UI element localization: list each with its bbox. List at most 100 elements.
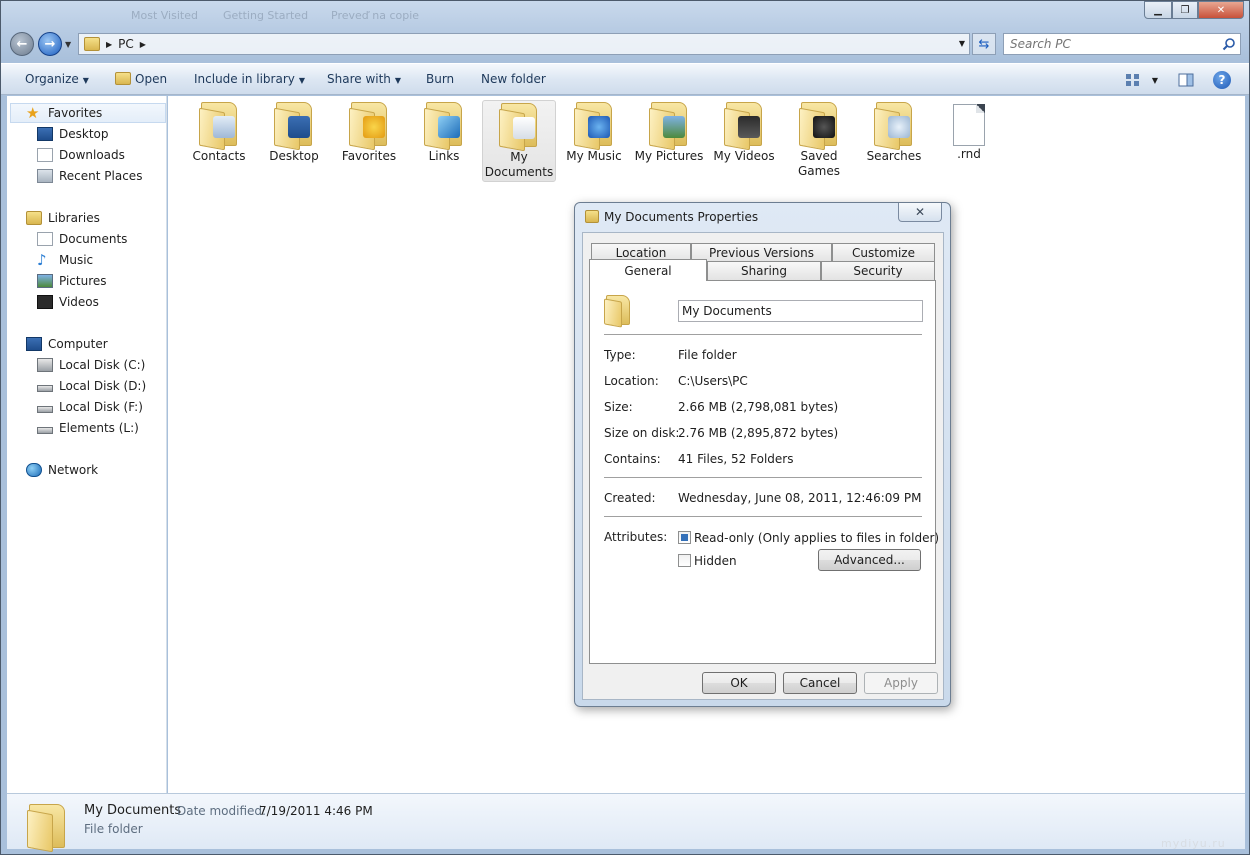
star-icon: ★ xyxy=(26,104,40,122)
tab-previous-versions[interactable]: Previous Versions xyxy=(691,243,832,262)
details-pane: My Documents Date modified: 7/19/2011 4:… xyxy=(7,793,1245,853)
tab-label: General xyxy=(624,263,672,278)
sidebar-item-label: Downloads xyxy=(59,148,125,162)
dialog-close-button[interactable]: ✕ xyxy=(898,203,942,222)
file-item[interactable]: Saved Games xyxy=(782,100,856,182)
drive-icon xyxy=(37,405,53,413)
command-bar: Organize ▼ Open Include in library ▼ Share… xyxy=(1,63,1249,95)
include-in-library-button[interactable]: Include in library ▼ xyxy=(194,72,305,86)
read-only-label[interactable]: Read-only (Only applies to files in fold… xyxy=(694,531,939,545)
organize-button[interactable]: Organize ▼ xyxy=(25,72,89,86)
file-item[interactable]: Contacts xyxy=(182,100,256,182)
share-with-button[interactable]: Share with ▼ xyxy=(327,72,401,86)
file-item[interactable]: My Pictures xyxy=(632,100,706,182)
downloads-icon xyxy=(37,148,53,162)
folder-name-field[interactable] xyxy=(678,300,923,322)
file-item[interactable]: Links xyxy=(407,100,481,182)
dialog-title-bar[interactable]: My Documents Properties ✕ xyxy=(575,203,950,231)
file-item[interactable]: My Videos xyxy=(707,100,781,182)
file-item[interactable]: My Documents xyxy=(482,100,556,182)
refresh-button[interactable]: ⇆ xyxy=(972,33,996,55)
documents-folder-icon xyxy=(27,804,65,853)
search-box[interactable] xyxy=(1003,33,1241,55)
address-dropdown-icon[interactable]: ▼ xyxy=(959,39,965,48)
sidebar-item-label: Favorites xyxy=(48,106,103,120)
advanced-button-label: Advanced... xyxy=(834,553,905,567)
change-view-button[interactable] xyxy=(1123,70,1143,90)
open-button[interactable]: Open xyxy=(115,72,167,86)
help-button[interactable]: ? xyxy=(1213,71,1231,89)
chevron-down-icon: ▼ xyxy=(82,76,89,85)
address-bar[interactable]: ▶ PC ▶ ▼ xyxy=(78,33,970,55)
apply-button[interactable]: Apply xyxy=(864,672,938,694)
burn-button[interactable]: Burn xyxy=(426,72,454,86)
breadcrumb-pc[interactable]: PC xyxy=(118,37,134,51)
cancel-button[interactable]: Cancel xyxy=(783,672,857,694)
maximize-button[interactable]: ❐ xyxy=(1172,1,1198,19)
back-button[interactable]: ← xyxy=(10,32,34,56)
system-drive-icon xyxy=(37,358,53,372)
advanced-button[interactable]: Advanced... xyxy=(818,549,921,571)
links-folder-icon xyxy=(424,102,464,151)
burn-label: Burn xyxy=(426,72,455,86)
preview-pane-button[interactable] xyxy=(1176,70,1196,90)
file-name: My Music xyxy=(566,149,622,163)
file-item[interactable]: Desktop xyxy=(257,100,331,182)
view-dropdown-icon[interactable]: ▼ xyxy=(1145,70,1165,90)
computer-icon xyxy=(26,337,42,351)
music-folder-icon xyxy=(574,102,614,151)
new-folder-button[interactable]: New folder xyxy=(481,72,546,86)
location-label: Location: xyxy=(604,374,659,388)
close-button[interactable]: ✕ xyxy=(1198,1,1244,19)
sidebar-item-label: Documents xyxy=(59,232,128,246)
created-value: Wednesday, June 08, 2011, 12:46:09 PM xyxy=(678,491,922,505)
help-icon: ? xyxy=(1218,73,1226,87)
file-name: Searches xyxy=(866,149,922,163)
libraries-icon xyxy=(26,211,42,225)
file-item[interactable]: Favorites xyxy=(332,100,406,182)
minimize-button[interactable]: ▁ xyxy=(1144,1,1172,19)
sidebar-item-label: Computer xyxy=(48,337,108,351)
search-icon[interactable] xyxy=(1222,37,1236,51)
sidebar-item-favorites[interactable]: ★ Favorites xyxy=(10,103,166,123)
file-item[interactable]: My Music xyxy=(557,100,631,182)
recent-pages-dropdown-icon[interactable]: ▼ xyxy=(65,40,71,49)
organize-label: Organize xyxy=(25,72,79,86)
tab-general[interactable]: General xyxy=(589,259,707,281)
breadcrumb-separator-icon[interactable]: ▶ xyxy=(140,40,146,49)
dialog-body: Location Previous Versions Customize Gen… xyxy=(582,232,944,700)
file-item[interactable]: .rnd xyxy=(932,100,1006,182)
hidden-checkbox[interactable] xyxy=(678,554,691,567)
sidebar-item-network[interactable]: Network xyxy=(26,460,186,480)
tab-sharing[interactable]: Sharing xyxy=(707,261,821,280)
chevron-down-icon: ▼ xyxy=(298,76,306,85)
hidden-label[interactable]: Hidden xyxy=(694,554,737,568)
file-name: Saved Games xyxy=(798,149,840,178)
tab-label: Location xyxy=(615,246,667,260)
sidebar-item-label: Local Disk (D:) xyxy=(59,379,147,393)
explorer-window: Most Visited Getting Started Preveď na c… xyxy=(0,0,1250,855)
tab-security[interactable]: Security xyxy=(821,261,935,280)
general-tab-panel: Type: File folder Location: C:\Users\PC … xyxy=(589,280,939,664)
minimize-icon: ▁ xyxy=(1154,4,1162,16)
sidebar-item-libraries[interactable]: Libraries xyxy=(26,208,186,228)
ok-button[interactable]: OK xyxy=(702,672,776,694)
sidebar-item-computer[interactable]: Computer xyxy=(26,334,186,354)
file-name: My Videos xyxy=(713,149,775,163)
file-item[interactable]: Searches xyxy=(857,100,931,182)
search-input[interactable] xyxy=(1004,37,1214,51)
tab-label: Customize xyxy=(852,246,915,260)
sidebar-item-label: Local Disk (C:) xyxy=(59,358,146,372)
computer-folder-icon xyxy=(84,37,100,51)
desktop-icon xyxy=(37,127,53,141)
forward-button[interactable]: → xyxy=(38,32,62,56)
tab-customize[interactable]: Customize xyxy=(832,243,935,262)
sidebar-item-label: Network xyxy=(48,463,99,477)
breadcrumb-separator-icon[interactable]: ▶ xyxy=(106,40,112,49)
read-only-checkbox[interactable] xyxy=(678,531,691,544)
ghost-tab: Most Visited xyxy=(131,9,198,22)
details-date-value: 7/19/2011 4:46 PM xyxy=(259,804,373,818)
pictures-folder-icon xyxy=(649,102,689,151)
drive-icon xyxy=(37,426,53,434)
favorites-folder-icon xyxy=(349,102,389,151)
